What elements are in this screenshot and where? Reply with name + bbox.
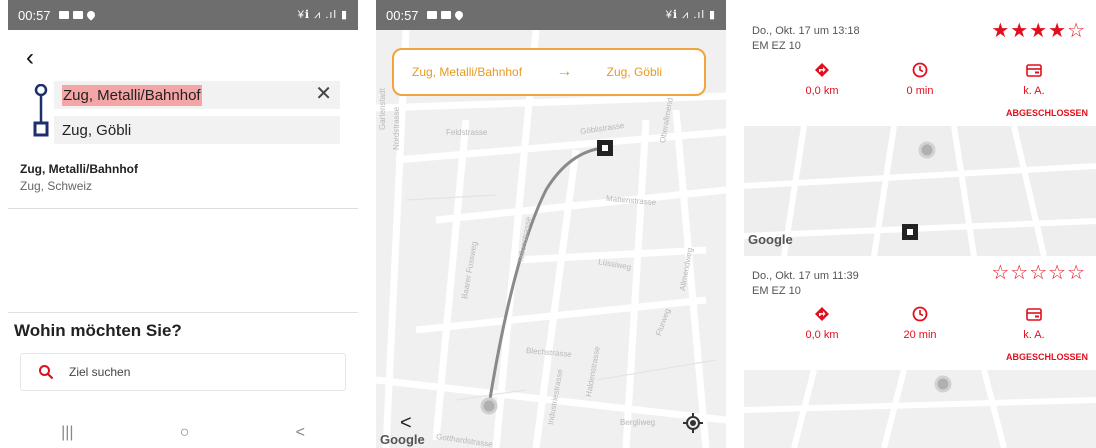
- status-right-icons: ¥ℹ ⩘ .ıl ▮: [665, 9, 716, 21]
- rating-stars[interactable]: ★★★★☆: [991, 18, 1086, 43]
- search-placeholder: Ziel suchen: [69, 365, 131, 379]
- origin-value: Zug, Metalli/Bahnhof: [62, 84, 202, 106]
- divider: [8, 208, 358, 209]
- clock-icon: [912, 62, 928, 78]
- google-logo: Google: [380, 432, 425, 447]
- destination-value: Zug, Göbli: [62, 121, 132, 139]
- sheet-title: Wohin möchten Sie?: [14, 321, 182, 340]
- trip-vehicle: EM EZ 10: [752, 40, 801, 52]
- route-map-screen: 00:57 ¥ℹ ⩘ .ıl ▮ Zug, Metalli/Bahnhof → …: [376, 0, 726, 448]
- street-label: Nordstrasse: [392, 106, 401, 150]
- back-arrow-icon[interactable]: ‹: [26, 44, 34, 72]
- payment-card-icon: [1026, 308, 1042, 321]
- trip-status: ABGESCHLOSSEN: [1005, 108, 1088, 118]
- direction-icon: [815, 307, 829, 321]
- origin-input[interactable]: Zug, Metalli/Bahnhof ✕: [54, 81, 340, 109]
- trip-status: ABGESCHLOSSEN: [1005, 352, 1088, 362]
- duration-value: 0 min: [906, 85, 934, 97]
- destination-input[interactable]: Zug, Göbli: [54, 116, 340, 144]
- suggestion-title: Zug, Metalli/Bahnhof: [20, 162, 138, 176]
- status-time: 00:57: [18, 7, 51, 23]
- trip-minimap[interactable]: [744, 370, 1096, 448]
- banner-destination: Zug, Göbli: [606, 65, 662, 79]
- duration-value: 20 min: [903, 329, 937, 341]
- rating-stars[interactable]: ☆☆☆☆☆: [991, 260, 1086, 285]
- map: [744, 370, 1096, 448]
- arrow-right-icon: →: [556, 63, 573, 80]
- map: [744, 126, 1096, 256]
- destination-search-input[interactable]: Ziel suchen: [20, 353, 346, 391]
- home-button[interactable]: ○: [180, 424, 190, 442]
- trip-vehicle: EM EZ 10: [752, 285, 801, 297]
- android-nav-bar: ||| ○ <: [8, 418, 358, 448]
- trip-date: Do., Okt. 17 um 13:18: [752, 25, 860, 37]
- cost-stat: k. A.: [1004, 62, 1064, 97]
- destination-sheet: Wohin möchten Sie? Ziel suchen ||| ○ <: [8, 312, 358, 448]
- route-search-screen: 00:57 ¥ℹ ⩘ .ıl ▮ ‹ Zug, Metalli/Bahnhof …: [8, 0, 358, 448]
- cost-stat: k. A.: [1004, 306, 1064, 341]
- distance-stat: 0,0 km: [792, 62, 852, 97]
- clear-icon[interactable]: ✕: [315, 84, 332, 104]
- suggestion-item[interactable]: Zug, Metalli/Bahnhof Zug, Schweiz: [20, 162, 138, 193]
- status-right-icons: ¥ℹ ⩘ .ıl ▮: [297, 9, 348, 21]
- route-connector-icon: [33, 84, 49, 137]
- banner-origin: Zug, Metalli/Bahnhof: [412, 65, 523, 79]
- suggestion-subtitle: Zug, Schweiz: [20, 179, 93, 193]
- duration-stat: 20 min: [890, 306, 950, 341]
- notification-icons: [426, 9, 465, 21]
- street-label: Bergliweg: [620, 418, 656, 427]
- route-summary-banner[interactable]: Zug, Metalli/Bahnhof → Zug, Göbli: [392, 48, 706, 96]
- search-icon: [39, 365, 54, 380]
- trip-date: Do., Okt. 17 um 11:39: [752, 270, 859, 282]
- street-label: Feldstrasse: [446, 128, 488, 137]
- clock-icon: [912, 306, 928, 322]
- google-logo: Google: [748, 232, 793, 247]
- trip-history-screen: Do., Okt. 17 um 13:18 EM EZ 10 ★★★★☆ 0,0…: [744, 0, 1096, 448]
- nav-back-button[interactable]: <: [296, 424, 305, 442]
- trip-card[interactable]: Do., Okt. 17 um 13:18 EM EZ 10 ★★★★☆ 0,0…: [744, 0, 1096, 126]
- notification-icons: [58, 9, 97, 21]
- payment-card-icon: [1026, 64, 1042, 77]
- distance-value: 0,0 km: [805, 85, 839, 97]
- trip-minimap[interactable]: Google: [744, 126, 1096, 256]
- street-label: Gartenstadt: [378, 88, 387, 130]
- my-location-icon[interactable]: [682, 412, 704, 434]
- cost-value: k. A.: [1023, 85, 1045, 97]
- recents-button[interactable]: |||: [61, 424, 73, 442]
- cost-value: k. A.: [1023, 329, 1045, 341]
- trip-card[interactable]: Do., Okt. 17 um 11:39 EM EZ 10 ☆☆☆☆☆ 0,0…: [744, 256, 1096, 370]
- status-bar: 00:57 ¥ℹ ⩘ .ıl ▮: [8, 0, 358, 30]
- status-bar: 00:57 ¥ℹ ⩘ .ıl ▮: [376, 0, 726, 30]
- distance-stat: 0,0 km: [792, 306, 852, 341]
- status-time: 00:57: [386, 7, 419, 23]
- direction-icon: [815, 63, 829, 77]
- distance-value: 0,0 km: [805, 329, 839, 341]
- duration-stat: 0 min: [890, 62, 950, 97]
